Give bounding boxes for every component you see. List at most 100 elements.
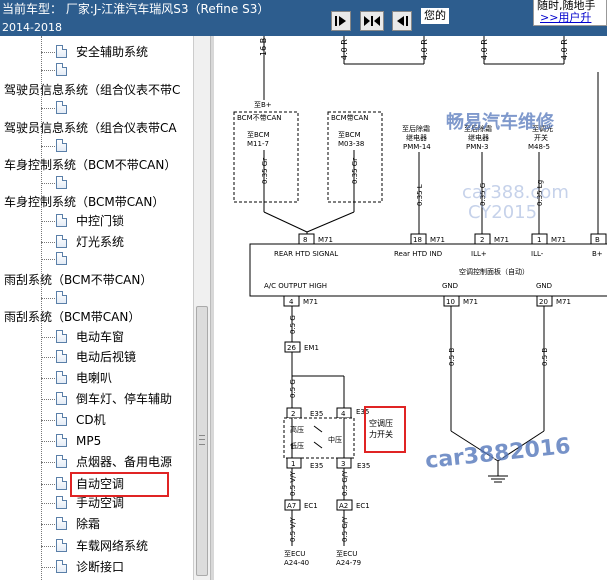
tree-item-label: 电喇叭 bbox=[76, 371, 113, 385]
prev-page-button[interactable] bbox=[331, 11, 351, 31]
connector-label: E35 bbox=[357, 462, 370, 470]
document-icon bbox=[56, 139, 67, 152]
tree-item-label: 安全辅助系统 bbox=[76, 45, 149, 59]
tree-item-label: 雨刮系统（BCM带CAN） bbox=[4, 310, 141, 324]
relay-label: 继电器 bbox=[468, 133, 489, 142]
tree-connector bbox=[41, 36, 42, 580]
selection-highlight bbox=[70, 472, 169, 497]
wire-label: 0.5 G bbox=[289, 379, 297, 398]
tree-item-label: CD机 bbox=[76, 413, 106, 427]
scrollbar-thumb[interactable] bbox=[196, 306, 208, 576]
tree-item-label: 倒车灯、停车辅助 bbox=[76, 392, 173, 406]
document-icon bbox=[56, 371, 67, 384]
ecu-target: 至ECU bbox=[284, 550, 305, 558]
tree-item-label: 雨刮系统（BCM不带CAN） bbox=[4, 273, 153, 287]
tree-connector bbox=[41, 546, 55, 547]
wire-label: 0.5 B bbox=[448, 348, 456, 366]
wire-label: 0.35 L bbox=[416, 184, 424, 206]
tree-item-label: 电动车窗 bbox=[76, 330, 125, 344]
watermark-year: CY2015 bbox=[468, 202, 537, 223]
upgrade-link[interactable]: >>用户升 bbox=[534, 12, 606, 24]
next-page-button[interactable] bbox=[392, 11, 412, 31]
ecu-pin: A24-79 bbox=[336, 559, 361, 567]
wire-label: 0.5 G bbox=[289, 315, 297, 334]
tree-connector bbox=[41, 183, 55, 184]
tree-item-label: 车载网络系统 bbox=[76, 539, 149, 553]
car-years-label: 2014-2018 bbox=[2, 21, 62, 34]
tree-connector bbox=[41, 524, 55, 525]
wire-label: 0.5 B bbox=[541, 348, 549, 366]
connector-label: E35 bbox=[310, 410, 323, 418]
relay-label: 开关 bbox=[534, 133, 548, 142]
tree-item-label: 驾驶员信息系统（组合仪表不带C bbox=[4, 83, 181, 97]
connector-label: M71 bbox=[556, 298, 571, 306]
connector-label: M71 bbox=[303, 298, 318, 306]
pin-number: 2 bbox=[480, 236, 484, 244]
ecu-target: 至ECU bbox=[336, 550, 357, 558]
connector-label: M71 bbox=[494, 236, 509, 244]
connector-label: EM1 bbox=[304, 344, 319, 352]
wire-label: 0.35 Gr bbox=[261, 158, 269, 184]
tree-item-label: 诊断接口 bbox=[76, 560, 125, 574]
document-icon bbox=[56, 45, 67, 58]
connector-label: M71 bbox=[551, 236, 566, 244]
pin-number: 1 bbox=[291, 460, 295, 468]
relay-pin: M48-5 bbox=[528, 143, 550, 151]
grip-icon bbox=[199, 435, 205, 445]
connector-label: M71 bbox=[430, 236, 445, 244]
wire-label: 0.35 Gr bbox=[351, 158, 359, 184]
to-bplus-label: 至B+ bbox=[254, 101, 272, 109]
pin-number: A7 bbox=[287, 502, 296, 510]
document-icon bbox=[56, 330, 67, 343]
tree-item-label: 车身控制系统（BCM不带CAN） bbox=[4, 158, 177, 172]
tree-item-label: 中控门锁 bbox=[76, 214, 125, 228]
pin-number: A2 bbox=[339, 502, 348, 510]
tree-item-label: 点烟器、备用电源 bbox=[76, 455, 173, 469]
document-icon bbox=[56, 413, 67, 426]
arrow-right-icon bbox=[335, 16, 346, 26]
pin-number: 4 bbox=[341, 410, 346, 418]
tree-connector bbox=[41, 357, 55, 358]
tree-connector bbox=[41, 108, 55, 109]
wire-label: 4.0 R bbox=[480, 39, 489, 60]
document-icon bbox=[56, 101, 67, 114]
document-icon bbox=[56, 214, 67, 227]
wire-label: 0.5 V/Y bbox=[289, 516, 297, 542]
tree-connector bbox=[41, 146, 55, 147]
pin-number: 20 bbox=[539, 298, 548, 306]
document-icon bbox=[56, 350, 67, 363]
tree-connector bbox=[41, 567, 55, 568]
bcm-target: 至BCM bbox=[247, 131, 270, 139]
document-icon bbox=[56, 291, 67, 304]
tree-connector bbox=[41, 337, 55, 338]
tree-connector bbox=[41, 298, 55, 299]
relay-label: 至后除霜 bbox=[402, 124, 430, 133]
pin-function: GND bbox=[536, 282, 552, 290]
tree-scrollbar[interactable] bbox=[193, 36, 210, 580]
bcm-no-can-label: BCM不带CAN bbox=[237, 114, 282, 122]
bcm-can-label: BCM带CAN bbox=[331, 114, 369, 122]
watermark-title: 畅易汽车维修 bbox=[446, 111, 555, 133]
bcm-target: 至BCM bbox=[338, 131, 361, 139]
tree-connector bbox=[41, 70, 55, 71]
pin-number: 10 bbox=[446, 298, 455, 306]
tree-item-label: 驾驶员信息系统（组合仪表带CA bbox=[4, 121, 177, 135]
wire-label: 4.0 R bbox=[560, 39, 569, 60]
pin-number: 8 bbox=[303, 236, 307, 244]
connector-label: EC1 bbox=[304, 502, 318, 510]
top-wires bbox=[263, 36, 565, 100]
bcm-no-can-box bbox=[233, 111, 299, 203]
tree-item-label: MP5 bbox=[76, 434, 102, 448]
connector-label: EC1 bbox=[356, 502, 370, 510]
pin-number: B bbox=[595, 236, 600, 244]
tree-connector bbox=[41, 242, 55, 243]
document-icon bbox=[56, 496, 67, 509]
document-icon bbox=[56, 176, 67, 189]
switch-contact-label: 中压 bbox=[328, 435, 342, 444]
expand-button[interactable] bbox=[360, 11, 384, 31]
pin-function: ILL- bbox=[531, 250, 544, 258]
tree-item-label: 除霜 bbox=[76, 517, 101, 531]
document-icon bbox=[56, 455, 67, 468]
pin-function: A/C OUTPUT HIGH bbox=[264, 282, 327, 290]
tree-item-label: 电动后视镜 bbox=[76, 350, 137, 364]
